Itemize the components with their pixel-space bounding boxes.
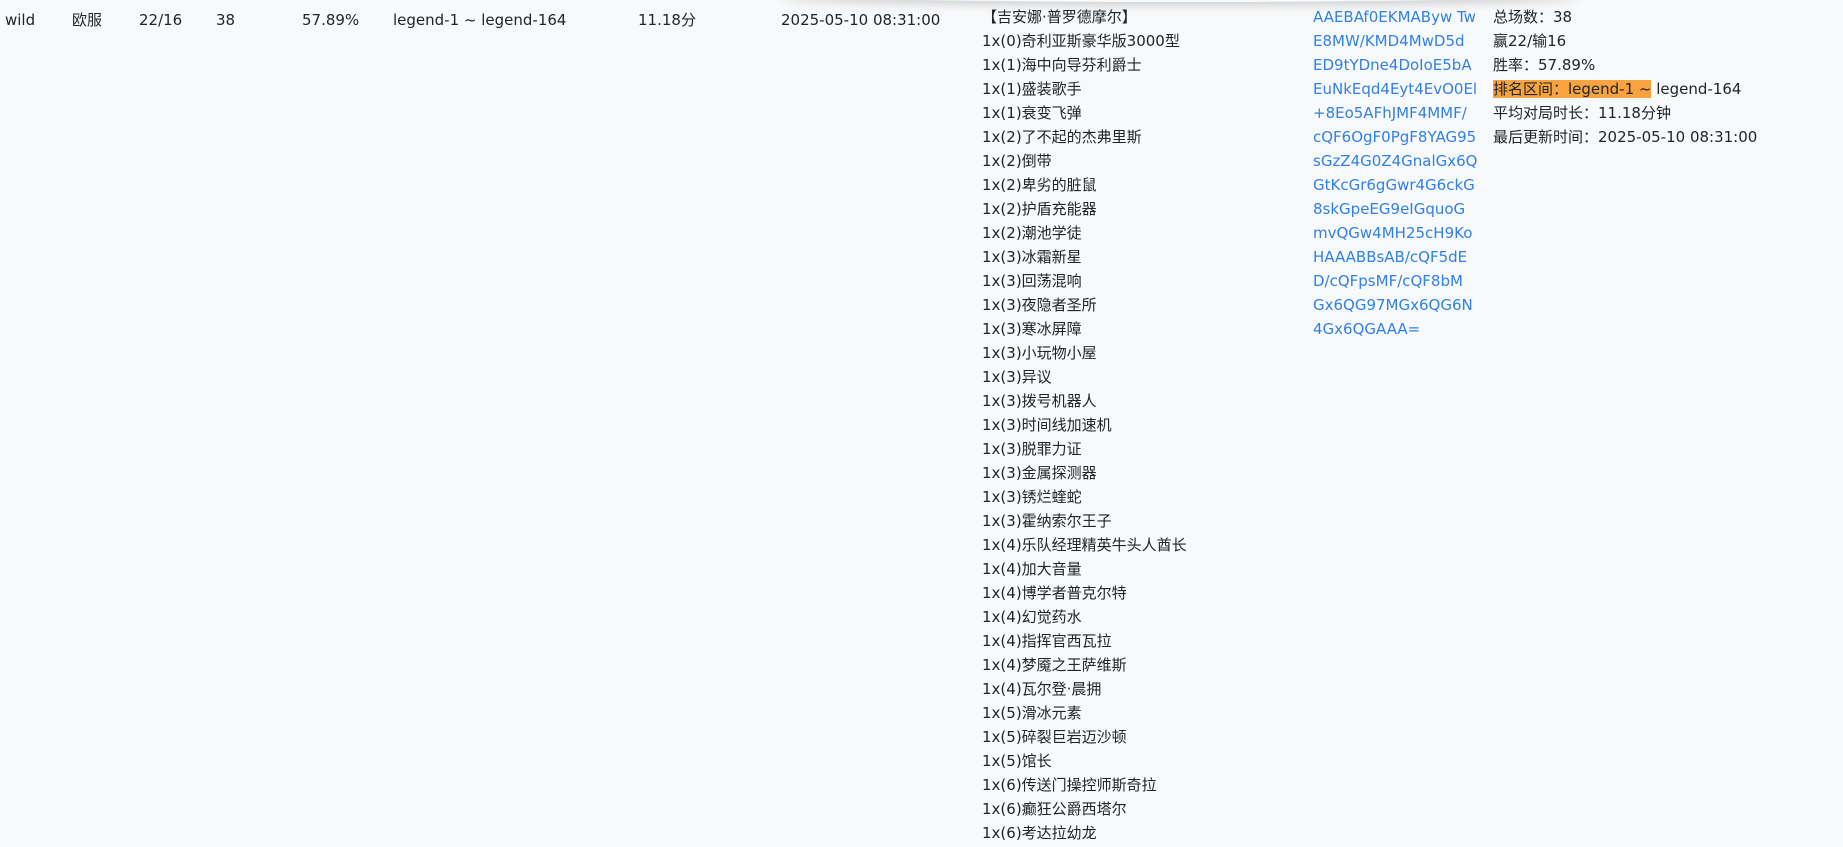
card-item: 1x(3)时间线加速机 — [982, 416, 1112, 434]
card-item: 1x(2)潮池学徒 — [982, 224, 1082, 242]
deck-code-line[interactable]: E8MW/KMD4MwD5d — [1313, 29, 1477, 53]
card-item: 1x(2)了不起的杰弗里斯 — [982, 128, 1142, 146]
mode-cell: wild — [5, 11, 36, 29]
deck-code-line[interactable]: +8Eo5AFhJMF4MMF/ — [1313, 101, 1477, 125]
card-list: 1x(0)奇利亚斯豪华版3000型 1x(1)海中向导芬利爵士 1x(1)盛装歌手 1… — [982, 29, 1187, 845]
win-loss-cell: 22/16 — [139, 11, 183, 29]
deck-code-line[interactable]: D/cQFpsMF/cQF8bM — [1313, 269, 1477, 293]
deck-code-line[interactable]: GtKcGr6gGwr4G6ckG — [1313, 173, 1477, 197]
card-item: 1x(4)加大音量 — [982, 560, 1082, 578]
rank-range-cell: legend-1 ~ legend-164 — [393, 11, 567, 29]
table-row: wild 欧服 22/16 38 57.89% legend-1 ~ legen… — [0, 0, 1843, 847]
deck-hero: 【吉安娜·普罗德摩尔】 — [982, 8, 1137, 26]
card-item: 1x(1)衰变飞弹 — [982, 104, 1082, 122]
card-item: 1x(4)瓦尔登·晨拥 — [982, 680, 1102, 698]
card-item: 1x(6)考达拉幼龙 — [982, 824, 1097, 842]
search-highlight: 排名区间：legend-1 ~ — [1493, 80, 1652, 98]
avg-duration-cell: 11.18分 — [638, 11, 696, 29]
card-item: 1x(6)癫狂公爵西塔尔 — [982, 800, 1127, 818]
card-item: 1x(3)夜隐者圣所 — [982, 296, 1097, 314]
deck-code[interactable]: AAEBAf0EKMAByw Tw E8MW/KMD4MwD5d ED9tYDne4… — [1313, 5, 1477, 341]
card-item: 1x(0)奇利亚斯豪华版3000型 — [982, 32, 1180, 50]
deck-code-line[interactable]: Gx6QG97MGx6QG6N — [1313, 293, 1477, 317]
card-item: 1x(6)传送门操控师斯奇拉 — [982, 776, 1157, 794]
card-item: 1x(3)锈烂蝰蛇 — [982, 488, 1082, 506]
card-item: 1x(5)滑冰元素 — [982, 704, 1082, 722]
card-item: 1x(3)脱罪力证 — [982, 440, 1082, 458]
deck-code-line[interactable]: AAEBAf0EKMAByw Tw — [1313, 5, 1477, 29]
summary-rank-suffix: legend-164 — [1651, 80, 1742, 98]
summary-avg-duration: 平均对局时长：11.18分钟 — [1493, 104, 1671, 122]
deck-code-line[interactable]: sGzZ4G0Z4GnalGx6Q — [1313, 149, 1477, 173]
card-item: 1x(1)海中向导芬利爵士 — [982, 56, 1142, 74]
card-item: 1x(1)盛装歌手 — [982, 80, 1082, 98]
card-item: 1x(4)博学者普克尔特 — [982, 584, 1127, 602]
deck-code-line[interactable]: EuNkEqd4Eyt4EvO0El — [1313, 77, 1477, 101]
card-item: 1x(3)寒冰屏障 — [982, 320, 1082, 338]
card-item: 1x(3)回荡混响 — [982, 272, 1082, 290]
summary-panel: 总场数：38 赢22/输16 胜率：57.89% 排名区间：legend-1 ~… — [1493, 5, 1757, 149]
deck-code-line[interactable]: mvQGw4MH25cH9Ko — [1313, 221, 1477, 245]
summary-win-rate: 胜率：57.89% — [1493, 56, 1596, 74]
card-item: 1x(5)馆长 — [982, 752, 1052, 770]
card-item: 1x(2)卑劣的脏鼠 — [982, 176, 1097, 194]
deck-code-line[interactable]: ED9tYDne4DoIoE5bA — [1313, 53, 1477, 77]
deck-code-lines[interactable]: AAEBAf0EKMAByw Tw E8MW/KMD4MwD5d ED9tYDne4… — [1313, 5, 1477, 341]
total-games-cell: 38 — [216, 11, 236, 29]
deck-code-line[interactable]: 4Gx6QGAAA= — [1313, 317, 1477, 341]
card-item: 1x(4)指挥官西瓦拉 — [982, 632, 1112, 650]
deck-code-line[interactable]: 8skGpeEG9eIGquoG — [1313, 197, 1477, 221]
region-cell: 欧服 — [72, 11, 103, 29]
card-item: 1x(4)乐队经理精英牛头人酋长 — [982, 536, 1187, 554]
card-item: 1x(2)倒带 — [982, 152, 1052, 170]
card-item: 1x(3)冰霜新星 — [982, 248, 1082, 266]
card-item: 1x(3)异议 — [982, 368, 1052, 386]
card-item: 1x(3)小玩物小屋 — [982, 344, 1097, 362]
card-item: 1x(4)梦魇之王萨维斯 — [982, 656, 1127, 674]
deck-code-line[interactable]: HAAABBsAB/cQF5dE — [1313, 245, 1477, 269]
summary-win-loss: 赢22/输16 — [1493, 32, 1567, 50]
summary-rank-range: 排名区间：legend-1 ~ legend-164 — [1493, 77, 1757, 101]
card-item: 1x(3)拨号机器人 — [982, 392, 1097, 410]
card-item: 1x(4)幻觉药水 — [982, 608, 1082, 626]
card-item: 1x(3)金属探测器 — [982, 464, 1097, 482]
summary-total: 总场数：38 — [1493, 8, 1573, 26]
updated-time-cell: 2025-05-10 08:31:00 — [781, 11, 941, 29]
deck-code-line[interactable]: cQF6OgF0PgF8YAG95 — [1313, 125, 1477, 149]
card-item: 1x(2)护盾充能器 — [982, 200, 1097, 218]
card-item: 1x(3)霍纳索尔王子 — [982, 512, 1112, 530]
deck-list: 【吉安娜·普罗德摩尔】 1x(0)奇利亚斯豪华版3000型 1x(1)海中向导芬利… — [982, 5, 1187, 845]
win-rate-cell: 57.89% — [302, 11, 360, 29]
summary-updated: 最后更新时间：2025-05-10 08:31:00 — [1493, 128, 1758, 146]
card-item: 1x(5)碎裂巨岩迈沙顿 — [982, 728, 1127, 746]
